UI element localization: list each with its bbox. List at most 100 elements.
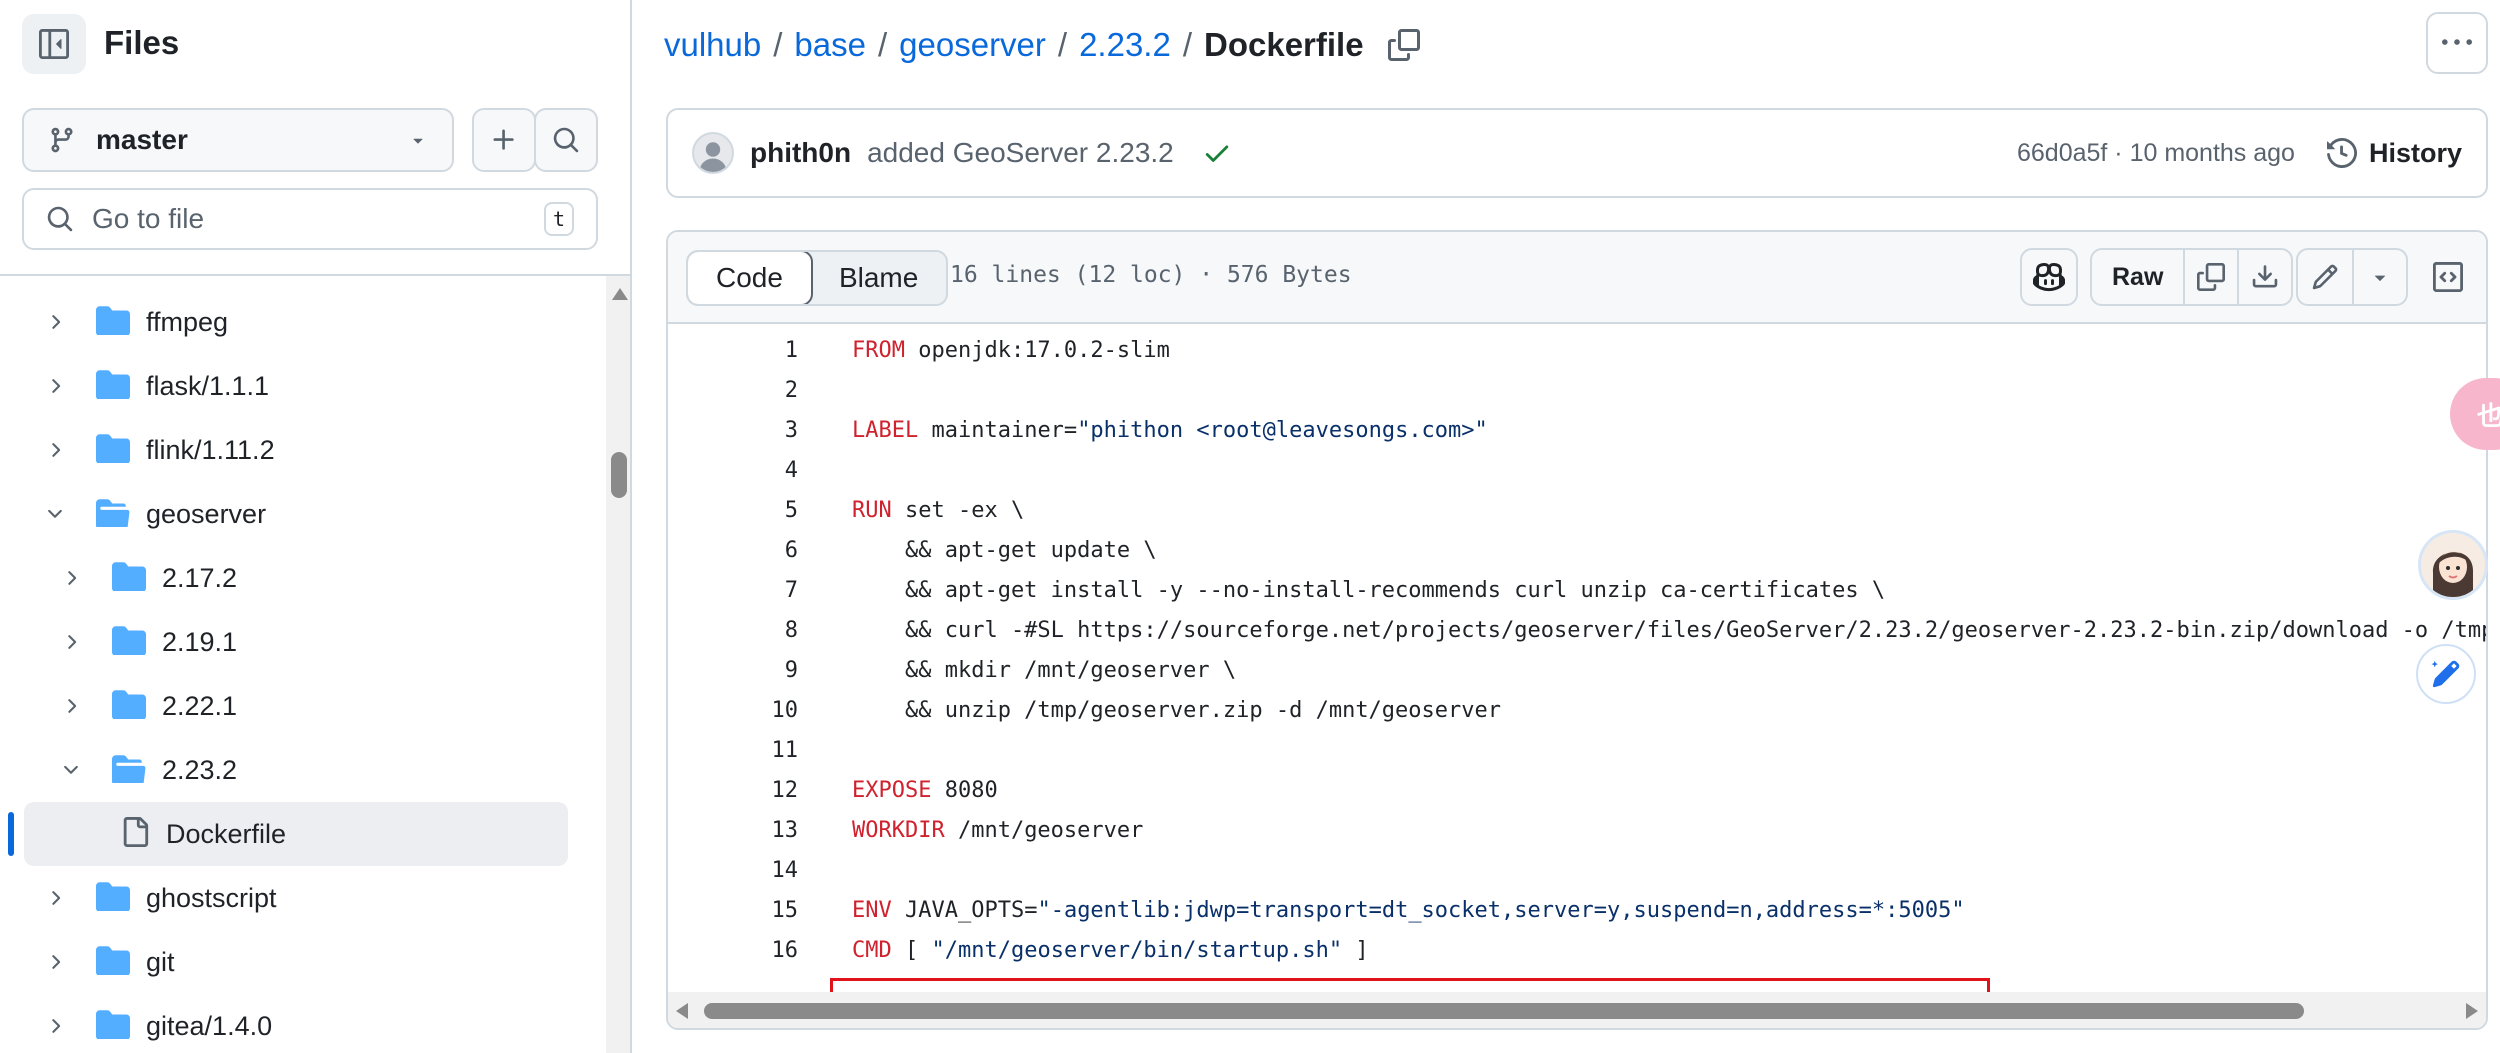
- scroll-right-arrow[interactable]: [2466, 1003, 2478, 1019]
- floating-edit-button[interactable]: [2416, 644, 2476, 704]
- line-number[interactable]: 16: [668, 938, 799, 963]
- code-horizontal-scrollbar[interactable]: [668, 992, 2486, 1028]
- kebab-horizontal-icon: [2442, 39, 2472, 45]
- collapse-sidebar-button[interactable]: [22, 14, 86, 74]
- commit-message[interactable]: added GeoServer 2.23.2: [867, 137, 1174, 169]
- chevron-right-icon[interactable]: [40, 883, 70, 913]
- line-number[interactable]: 13: [668, 818, 799, 843]
- folder-icon: [96, 433, 130, 468]
- tab-code[interactable]: Code: [688, 252, 813, 304]
- tree-item-git[interactable]: git: [0, 930, 606, 994]
- tree-item-2-17-2[interactable]: 2.17.2: [0, 546, 606, 610]
- code-text: && unzip /tmp/geoserver.zip -d /mnt/geos…: [852, 698, 1502, 723]
- more-options-button[interactable]: [2426, 12, 2488, 74]
- author-avatar[interactable]: [692, 132, 734, 174]
- line-number[interactable]: 3: [668, 418, 798, 443]
- code-view[interactable]: 1 FROM openjdk:17.0.2-slim 2 3 LABEL maintai…: [668, 324, 2486, 992]
- commit-author[interactable]: phith0n: [750, 137, 851, 169]
- tree-item-ghostscript[interactable]: ghostscript: [0, 866, 606, 930]
- chevron-down-icon[interactable]: [56, 755, 86, 785]
- line-number[interactable]: 10: [668, 698, 799, 723]
- line-number[interactable]: 9: [668, 658, 798, 683]
- chevron-right-icon[interactable]: [56, 627, 86, 657]
- copilot-button[interactable]: [2020, 248, 2078, 306]
- magic-pen-icon: [2431, 660, 2460, 688]
- code-text: JAVA_OPTS=: [891, 898, 1038, 923]
- code-text: && apt-get install -y --no-install-recom…: [852, 578, 1886, 603]
- chevron-right-icon[interactable]: [56, 691, 86, 721]
- go-to-file-input[interactable]: Go to file t: [22, 188, 598, 250]
- breadcrumb-link[interactable]: 2.23.2: [1079, 26, 1171, 64]
- line-number[interactable]: 14: [668, 858, 799, 883]
- tree-item-geoserver[interactable]: geoserver: [0, 482, 606, 546]
- tree-item-ffmpeg[interactable]: ffmpeg: [0, 290, 606, 354]
- scrollbar-thumb[interactable]: [704, 1003, 2304, 1019]
- chevron-right-icon[interactable]: [56, 563, 86, 593]
- code-keyword: ENV: [852, 898, 892, 923]
- scroll-left-arrow[interactable]: [676, 1003, 688, 1019]
- chevron-down-icon[interactable]: [40, 499, 70, 529]
- assistant-avatar[interactable]: [2418, 530, 2488, 600]
- line-number[interactable]: 8: [668, 618, 798, 643]
- code-text: 8080: [931, 778, 998, 803]
- symbols-panel-button[interactable]: [2420, 248, 2476, 306]
- chevron-right-icon[interactable]: [40, 947, 70, 977]
- code-string: "phithon <root@leavesongs.com>": [1077, 418, 1488, 443]
- copy-path-button[interactable]: [1387, 29, 1420, 61]
- tree-item-2-23-2[interactable]: 2.23.2: [0, 738, 606, 802]
- latest-commit-bar: phith0n added GeoServer 2.23.2 66d0a5f ·…: [666, 108, 2488, 198]
- chevron-right-icon[interactable]: [40, 371, 70, 401]
- scroll-up-arrow[interactable]: [612, 288, 628, 300]
- branch-selector[interactable]: master: [22, 108, 454, 172]
- sidebar-title: Files: [104, 24, 180, 61]
- folder-icon: [112, 689, 146, 724]
- line-number[interactable]: 6: [668, 538, 798, 563]
- line-number[interactable]: 15: [668, 898, 799, 923]
- code-text: openjdk:17.0.2-slim: [904, 338, 1170, 363]
- chevron-right-icon[interactable]: [40, 435, 70, 465]
- tab-blame[interactable]: Blame: [811, 252, 946, 304]
- code-string: "/mnt/geoserver/bin/startup.sh": [931, 938, 1343, 963]
- tree-item-2-19-1[interactable]: 2.19.1: [0, 610, 606, 674]
- edit-file-button[interactable]: [2298, 250, 2352, 304]
- line-number[interactable]: 7: [668, 578, 798, 603]
- line-number[interactable]: 12: [668, 778, 799, 803]
- tree-item-flink[interactable]: flink/1.11.2: [0, 418, 606, 482]
- edit-options-dropdown[interactable]: [2352, 250, 2406, 304]
- file-icon: [120, 816, 150, 852]
- line-number[interactable]: 5: [668, 498, 798, 523]
- breadcrumb-separator: /: [773, 26, 783, 63]
- tree-item-dockerfile[interactable]: Dockerfile: [0, 802, 606, 866]
- raw-button[interactable]: Raw: [2092, 250, 2183, 304]
- breadcrumb-link[interactable]: base: [794, 26, 866, 64]
- breadcrumb-link[interactable]: vulhub: [664, 26, 761, 64]
- breadcrumb-separator: /: [1057, 26, 1068, 63]
- go-to-file-placeholder: Go to file: [92, 203, 205, 234]
- chevron-right-icon[interactable]: [40, 1011, 70, 1041]
- check-icon[interactable]: [1202, 138, 1232, 168]
- chevron-right-icon[interactable]: [40, 307, 70, 337]
- code-text: && curl -#SL https://sourceforge.net/pro…: [852, 618, 2486, 643]
- add-file-button[interactable]: [472, 108, 536, 172]
- edit-button-group: [2296, 248, 2408, 306]
- view-mode-toggle: Code Blame: [686, 250, 949, 306]
- sidebar-scrollbar[interactable]: [606, 276, 630, 1053]
- line-number[interactable]: 4: [668, 458, 798, 483]
- line-number[interactable]: 1: [668, 338, 798, 363]
- line-number[interactable]: 2: [668, 378, 798, 403]
- tree-item-gitea[interactable]: gitea/1.4.0: [0, 994, 606, 1053]
- code-keyword: CMD: [852, 938, 892, 963]
- copy-raw-button[interactable]: [2183, 250, 2237, 304]
- triangle-down-icon: [413, 138, 423, 144]
- history-button[interactable]: History: [2326, 138, 2462, 169]
- scrollbar-thumb[interactable]: [611, 452, 627, 498]
- tree-item-label: flask/1.1.1: [146, 370, 270, 401]
- breadcrumb-link[interactable]: geoserver: [899, 26, 1046, 64]
- tree-item-flask[interactable]: flask/1.1.1: [0, 354, 606, 418]
- search-code-button[interactable]: [534, 108, 598, 172]
- code-line: WORKDIR /mnt/geoserver: [852, 818, 1143, 843]
- line-number[interactable]: 11: [668, 738, 799, 763]
- commit-meta[interactable]: 66d0a5f · 10 months ago: [2017, 139, 2295, 168]
- tree-item-2-22-1[interactable]: 2.22.1: [0, 674, 606, 738]
- download-button[interactable]: [2237, 250, 2291, 304]
